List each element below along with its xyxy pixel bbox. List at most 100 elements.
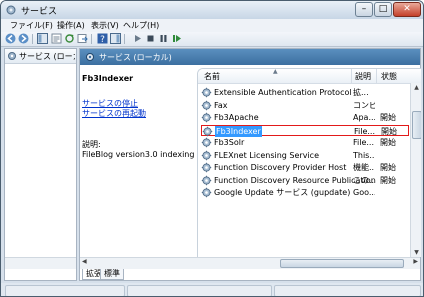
service-description: コンピ... [353,100,375,110]
menu-action[interactable]: 操作(A) [57,19,85,32]
toolbar-separator [32,34,33,44]
console-tree-pane: サービス (ローカル) [4,48,77,281]
back-arrow-icon[interactable] [5,33,16,44]
service-gear-icon [201,150,212,160]
console-tree-icon[interactable] [37,33,48,44]
stop-service-icon[interactable] [145,33,156,44]
close-button[interactable]: ✕ [393,2,421,17]
service-name: Extensible Authentication Protocol [214,88,352,97]
service-row[interactable]: Fb3Solr File... 開始 [201,137,409,148]
scroll-right-icon[interactable]: ▶ [413,258,418,265]
service-description: This... [353,150,375,160]
restart-service-link[interactable]: サービスの再起動 [82,108,146,119]
service-row[interactable]: Fb3Apache Apa... 開始 [201,112,409,123]
toolbar: ? [1,32,423,47]
service-name: Fax [214,100,228,110]
minimize-button[interactable]: – [355,2,373,17]
window-title: サービス [21,7,58,17]
scroll-left-icon[interactable]: ◀ [82,258,87,265]
services-gear-icon [6,5,16,15]
help-icon[interactable]: ? [97,33,108,44]
service-row[interactable]: Function Discovery Resource Publication こ… [201,175,409,186]
service-description-panel: Fb3Indexer サービスの停止 サービスの再起動 説明: FileBlog… [80,65,222,255]
status-cell [274,285,421,296]
service-description: この... [353,175,375,185]
scroll-down-icon[interactable]: ▼ [412,249,421,256]
service-name: Function Discovery Provider Host [214,163,347,172]
vertical-scrollbar[interactable]: ▲ ▼ [410,83,421,257]
title-bar: サービス – □ ✕ [1,1,423,19]
selected-service-name: Fb3Indexer [82,74,134,83]
service-description: File... [353,138,375,147]
service-name: Google Update サービス (gupdate) [214,188,351,197]
main-pane-title: サービス (ローカル) [99,53,172,62]
forward-arrow-icon[interactable] [18,33,29,44]
column-header-status[interactable]: 状態 [381,71,397,82]
services-main-pane: サービス (ローカル) Fb3Indexer サービスの停止 サービスの再起動 … [79,48,421,281]
scroll-up-icon[interactable]: ▲ [412,84,421,91]
left-horizontal-scrollbar[interactable] [5,257,76,269]
service-status: 開始 [380,163,396,172]
status-bar [1,283,423,296]
service-description: 拡... [353,88,369,97]
service-row-selected[interactable]: Fb3Indexer File... 開始 [201,124,409,137]
status-cell [127,285,272,296]
menu-bar: ファイル(F) 操作(A) 表示(V) ヘルプ(H) [1,19,423,32]
tree-item-services-local[interactable]: サービス (ローカル) [5,49,76,64]
service-row[interactable]: FLEXnet Licensing Service This... [201,150,409,161]
service-status: 開始 [380,113,396,122]
maximize-icon: □ [378,4,388,14]
tab-standard[interactable]: 標準 [100,269,124,280]
column-divider[interactable] [351,69,352,83]
menu-file[interactable]: ファイル(F) [10,19,53,32]
column-header-description[interactable]: 説明 [355,71,371,82]
menu-view[interactable]: 表示(V) [91,19,119,32]
services-gear-icon [8,52,16,60]
start-service-icon[interactable] [132,33,143,44]
service-name: Fb3Apache [214,113,259,122]
services-window: サービス – □ ✕ ファイル(F) 操作(A) 表示(V) ヘルプ(H) ? … [0,0,424,297]
svg-text:?: ? [100,35,105,44]
pause-service-icon[interactable] [158,33,169,44]
service-gear-icon [201,162,212,173]
refresh-icon[interactable] [64,33,75,44]
service-description: File... [354,126,376,136]
column-header-name[interactable]: 名前 [204,71,220,82]
service-gear-icon [201,175,212,185]
service-row[interactable]: Extensible Authentication Protocol 拡... [201,87,409,98]
toolbar-separator [124,34,125,44]
maximize-button[interactable]: □ [374,2,392,17]
minimize-icon: – [361,4,367,14]
restart-service-icon[interactable] [171,33,182,44]
service-description: Goo... [353,188,375,197]
service-row[interactable]: Google Update サービス (gupdate) Goo... [201,187,409,198]
horizontal-scrollbar[interactable]: ◀ ▶ [80,257,420,269]
service-row[interactable]: Fax コンピ... [201,100,409,111]
service-name: Fb3Indexer [215,125,262,137]
vertical-scroll-thumb[interactable] [412,111,421,139]
tree-item-label: サービス (ローカル) [19,52,75,61]
list-column-header: ▲ 名前 説明 状態 [198,69,421,84]
service-gear-icon [201,187,212,198]
description-label: 説明: [82,140,101,149]
export-list-icon[interactable] [77,33,88,44]
service-gear-icon [202,126,213,136]
action-pane-icon[interactable] [110,33,121,44]
horizontal-scroll-thumb[interactable] [280,259,404,268]
service-name: Function Discovery Resource Publication [214,175,376,185]
service-gear-icon [201,100,212,110]
services-gear-icon [86,53,94,61]
service-row[interactable]: Function Discovery Provider Host 機能... 開始 [201,162,409,173]
service-description: Apa... [353,113,375,122]
status-cell [5,285,125,296]
service-description: 機能... [353,163,375,172]
service-name: Fb3Solr [214,138,245,147]
column-divider[interactable] [376,69,377,83]
services-list: ▲ 名前 説明 状態 Extensible Authentication Pro… [197,68,421,257]
close-icon: ✕ [403,4,411,14]
service-status: 開始 [380,138,396,147]
menu-help[interactable]: ヘルプ(H) [123,19,159,32]
properties-icon[interactable] [51,33,62,44]
service-status: 開始 [380,175,396,185]
toolbar-separator [91,34,92,44]
